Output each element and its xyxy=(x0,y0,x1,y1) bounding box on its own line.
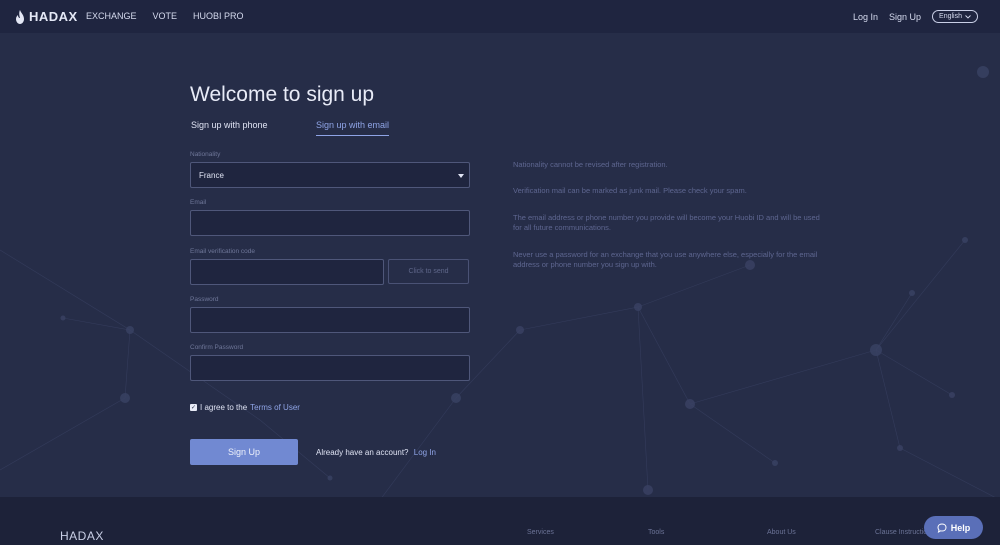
already-have-account: Already have an account? Log In xyxy=(316,448,436,457)
password-label: Password xyxy=(190,296,219,303)
verification-code-field[interactable] xyxy=(190,259,384,285)
flame-logo-icon xyxy=(16,9,24,24)
nationality-select[interactable]: France xyxy=(190,162,470,188)
background-network-decoration xyxy=(0,66,1000,501)
help-label: Help xyxy=(950,522,971,533)
agree-checkbox[interactable]: ✓ xyxy=(190,404,197,411)
language-selector[interactable]: English xyxy=(932,10,978,23)
terms-of-user-link[interactable]: Terms of User xyxy=(250,403,300,412)
nav-link-huobi-pro[interactable]: HUOBI PRO xyxy=(193,11,244,21)
password-field[interactable] xyxy=(190,307,470,333)
language-label: English xyxy=(939,13,962,20)
chat-bubble-icon xyxy=(937,522,947,533)
tab-signup-email[interactable]: Sign up with email xyxy=(316,120,390,136)
tab-signup-phone[interactable]: Sign up with phone xyxy=(191,120,316,136)
page-footer: HADAX Services Tools About Us Clause Ins… xyxy=(0,497,1000,545)
footer-about-us[interactable]: About Us xyxy=(767,529,796,536)
nav-signup-link[interactable]: Sign Up xyxy=(889,12,921,22)
help-button[interactable]: Help xyxy=(924,516,983,539)
verification-code-label: Email verification code xyxy=(190,248,256,255)
nav-login-link[interactable]: Log In xyxy=(853,12,878,22)
nationality-value: France xyxy=(199,170,224,180)
email-label: Email xyxy=(190,199,207,206)
nav-right-actions: Log In Sign Up English xyxy=(853,10,978,23)
nationality-label: Nationality xyxy=(190,151,221,158)
terms-agreement: ✓ I agree to the Terms of User xyxy=(190,403,300,412)
note-nationality: Nationality cannot be revised after regi… xyxy=(513,160,668,169)
confirm-password-label: Confirm Password xyxy=(190,344,244,351)
note-junk-mail: Verification mail can be marked as junk … xyxy=(513,186,747,195)
top-navigation-bar: HADAX EXCHANGE VOTE HUOBI PRO Log In Sig… xyxy=(0,0,1000,33)
already-text: Already have an account? xyxy=(316,448,409,457)
page-title: Welcome to sign up xyxy=(190,83,375,106)
brand-logo-text: HADAX xyxy=(29,9,78,24)
signup-tabs: Sign up with phone Sign up with email xyxy=(191,120,390,136)
login-link[interactable]: Log In xyxy=(414,448,436,457)
chevron-down-icon xyxy=(965,14,971,19)
footer-clause-instruction[interactable]: Clause Instruction xyxy=(875,529,931,536)
confirm-password-field[interactable] xyxy=(190,355,470,381)
note-huobi-id: The email address or phone number you pr… xyxy=(513,213,820,232)
nav-link-exchange[interactable]: EXCHANGE xyxy=(86,11,137,21)
signup-submit-button[interactable]: Sign Up xyxy=(190,439,298,465)
agree-text: I agree to the xyxy=(200,403,248,412)
dropdown-caret-icon xyxy=(458,174,464,178)
email-field[interactable] xyxy=(190,210,470,236)
footer-tools[interactable]: Tools xyxy=(648,529,664,536)
brand-logo[interactable]: HADAX xyxy=(15,9,78,24)
footer-logo: HADAX xyxy=(60,529,104,543)
footer-services[interactable]: Services xyxy=(527,529,554,536)
main-nav: EXCHANGE VOTE HUOBI PRO xyxy=(86,11,260,21)
nav-link-vote[interactable]: VOTE xyxy=(153,11,178,21)
note-password: Never use a password for an exchange tha… xyxy=(513,250,818,269)
send-code-button[interactable]: Click to send xyxy=(388,259,469,284)
